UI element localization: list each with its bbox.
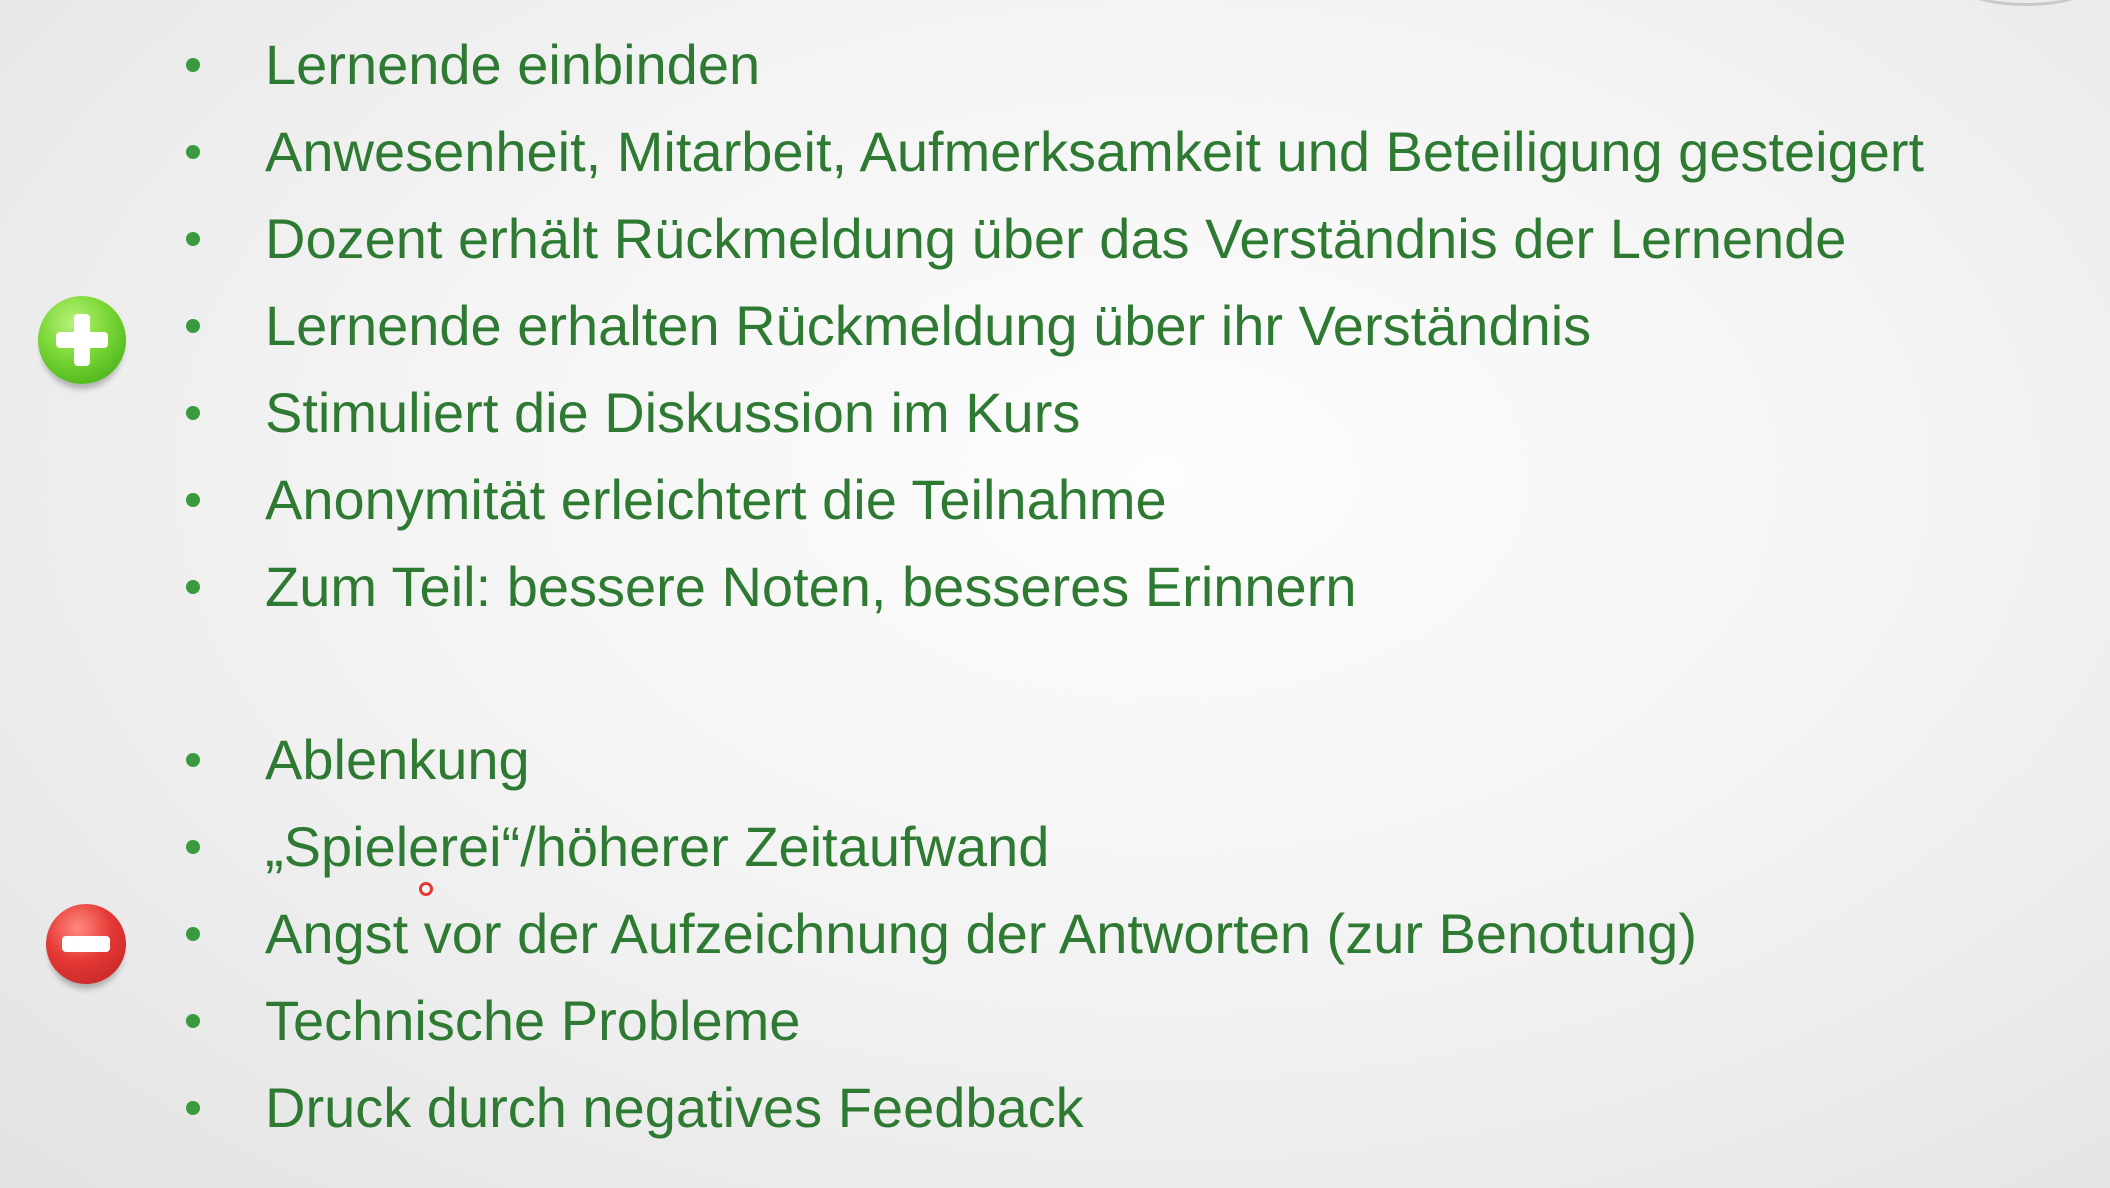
bullet-dot-icon [186, 927, 200, 941]
pros-list-item: Anonymität erleichtert die Teilnahme [0, 456, 2110, 543]
bullet-text: Druck durch negatives Feedback [265, 1076, 1084, 1139]
pros-list-item: Dozent erhält Rückmeldung über das Verst… [0, 195, 2110, 282]
bullet-dot-icon [186, 145, 200, 159]
bullet-text: „Spielerei“/höherer Zeitaufwand [265, 815, 1050, 878]
pros-list-item: Lernende erhalten Rückmeldung über ihr V… [0, 282, 2110, 369]
bullet-text: Zum Teil: bessere Noten, besseres Erinne… [265, 555, 1357, 618]
pointer-cursor-icon [419, 882, 433, 896]
cons-list-item: Druck durch negatives Feedback [0, 1064, 2110, 1151]
bullet-text: Technische Probleme [265, 989, 801, 1052]
cons-list-item: Angst vor der Aufzeichnung der Antworten… [0, 890, 2110, 977]
cons-list: Ablenkung „Spielerei“/höherer Zeitaufwan… [0, 716, 2110, 1151]
bullet-dot-icon [186, 1014, 200, 1028]
bullet-dot-icon [186, 1101, 200, 1115]
bullet-text: Anwesenheit, Mitarbeit, Aufmerksamkeit u… [265, 120, 1925, 183]
bullet-dot-icon [186, 493, 200, 507]
bullet-text: Stimuliert die Diskussion im Kurs [265, 381, 1081, 444]
pros-list-item: Lernende einbinden [0, 21, 2110, 108]
pros-list-item: Anwesenheit, Mitarbeit, Aufmerksamkeit u… [0, 108, 2110, 195]
bullet-dot-icon [186, 232, 200, 246]
bullet-dot-icon [186, 319, 200, 333]
bullet-dot-icon [186, 753, 200, 767]
bullet-text: Lernende erhalten Rückmeldung über ihr V… [265, 294, 1592, 357]
corner-decoration [1956, 0, 2096, 6]
cons-list-item: „Spielerei“/höherer Zeitaufwand [0, 803, 2110, 890]
bullet-dot-icon [186, 840, 200, 854]
bullet-text: Ablenkung [265, 728, 530, 791]
cons-list-item: Ablenkung [0, 716, 2110, 803]
bullet-dot-icon [186, 406, 200, 420]
bullet-dot-icon [186, 580, 200, 594]
slide: Lernende einbinden Anwesenheit, Mitarbei… [0, 0, 2110, 1188]
bullet-dot-icon [186, 58, 200, 72]
pros-list-item: Stimuliert die Diskussion im Kurs [0, 369, 2110, 456]
bullet-text: Dozent erhält Rückmeldung über das Verst… [265, 207, 1847, 270]
bullet-text: Angst vor der Aufzeichnung der Antworten… [265, 902, 1697, 965]
bullet-text: Lernende einbinden [265, 33, 761, 96]
bullet-text: Anonymität erleichtert die Teilnahme [265, 468, 1167, 531]
pros-list-item: Zum Teil: bessere Noten, besseres Erinne… [0, 543, 2110, 630]
pros-list: Lernende einbinden Anwesenheit, Mitarbei… [0, 21, 2110, 630]
cons-list-item: Technische Probleme [0, 977, 2110, 1064]
